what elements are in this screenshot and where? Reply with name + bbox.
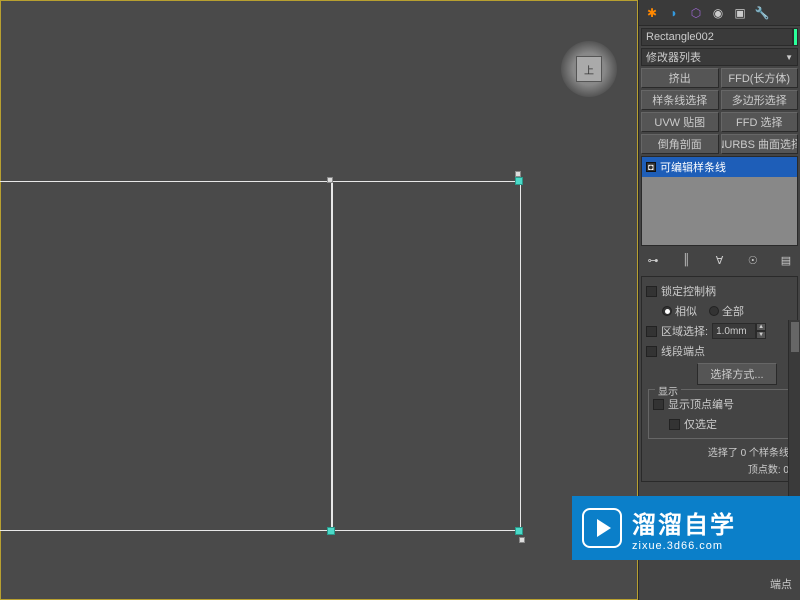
rectangle-outline [0, 181, 521, 531]
chevron-down-icon: ▼ [785, 53, 793, 62]
area-select-label: 区域选择: [661, 323, 708, 339]
display-group-title: 显示 [655, 383, 681, 398]
modifier-list-dropdown[interactable]: 修改器列表 ▼ [641, 48, 798, 66]
make-unique-icon[interactable]: ∀ [712, 252, 728, 268]
area-select-row: 区域选择: ▲ ▼ [646, 321, 793, 341]
selected-only-label: 仅选定 [684, 416, 717, 432]
selected-only-row: 仅选定 [653, 414, 786, 434]
hierarchy-tab-icon[interactable]: ⬡ [687, 4, 705, 22]
watermark-sub: zixue.3d66.com [632, 540, 736, 552]
uvw-map-button[interactable]: UVW 贴图 [641, 112, 719, 132]
extrude-button[interactable]: 挤出 [641, 68, 719, 88]
spinner-up-icon[interactable]: ▲ [756, 323, 766, 331]
watermark: 溜溜自学 zixue.3d66.com [572, 496, 800, 560]
vertex[interactable] [327, 527, 335, 535]
all-radio[interactable] [709, 306, 719, 316]
chamfer-profile-button[interactable]: 倒角剖面 [641, 134, 719, 154]
show-end-result-icon[interactable]: ║ [678, 252, 694, 268]
all-label: 全部 [722, 303, 744, 319]
object-name-row [641, 28, 798, 46]
modify-tab-icon[interactable]: ◗ [665, 4, 683, 22]
display-group: 显示 显示顶点编号 仅选定 [648, 389, 791, 439]
selected-only-checkbox[interactable] [669, 419, 680, 430]
object-name-field[interactable] [641, 28, 793, 46]
rectangle-midline [331, 181, 333, 531]
vertex[interactable] [515, 527, 523, 535]
panel-tabs: ✱ ◗ ⬡ ◉ ▣ 🔧 [639, 0, 800, 26]
stack-item-editable-spline[interactable]: ◘ 可编辑样条线 [642, 157, 797, 177]
area-select-spinner: ▲ ▼ [712, 323, 766, 339]
stack-item-label: 可编辑样条线 [660, 159, 726, 175]
handle-mode-row: 相似 全部 [646, 301, 793, 321]
bottom-hint: 端点 [770, 576, 792, 592]
vertex[interactable] [327, 177, 333, 183]
modifier-stack[interactable]: ◘ 可编辑样条线 [641, 156, 798, 246]
ffd-select-button[interactable]: FFD 选择 [721, 112, 799, 132]
poly-select-button[interactable]: 多边形选择 [721, 90, 799, 110]
utilities-tab-icon[interactable]: 🔧 [753, 4, 771, 22]
similar-label: 相似 [675, 303, 697, 319]
vertex-count-status: 顶点数: 0 [646, 460, 793, 477]
lock-handles-row: 锁定控制柄 [646, 281, 793, 301]
expand-icon[interactable]: ◘ [646, 162, 656, 172]
lock-handles-label: 锁定控制柄 [661, 283, 716, 299]
show-vertex-numbers-label: 显示顶点编号 [668, 396, 734, 412]
configure-sets-icon[interactable]: ▤ [778, 252, 794, 268]
segment-end-row: 线段端点 [646, 341, 793, 361]
select-mode-button[interactable]: 选择方式... [697, 363, 777, 385]
stack-toolbar: ⊶ ║ ∀ ☉ ▤ [641, 248, 798, 272]
watermark-text: 溜溜自学 zixue.3d66.com [632, 505, 736, 552]
modifier-list-label: 修改器列表 [646, 49, 701, 65]
play-icon [582, 508, 622, 548]
lock-handles-checkbox[interactable] [646, 286, 657, 297]
scrollbar-thumb[interactable] [791, 322, 799, 352]
viewport[interactable]: 上 [0, 0, 638, 600]
area-select-value[interactable] [712, 323, 756, 339]
viewcube[interactable]: 上 [561, 41, 617, 97]
spinner-down-icon[interactable]: ▼ [756, 331, 766, 339]
watermark-main: 溜溜自学 [632, 505, 736, 540]
segment-end-label: 线段端点 [661, 343, 705, 359]
similar-radio[interactable] [662, 306, 672, 316]
remove-modifier-icon[interactable]: ☉ [745, 252, 761, 268]
nurbs-surface-button[interactable]: NURBS 曲面选择 [721, 134, 799, 154]
vertex[interactable] [519, 537, 525, 543]
display-tab-icon[interactable]: ▣ [731, 4, 749, 22]
viewcube-face[interactable]: 上 [576, 56, 602, 82]
create-tab-icon[interactable]: ✱ [643, 4, 661, 22]
spline-select-button[interactable]: 样条线选择 [641, 90, 719, 110]
segment-end-checkbox[interactable] [646, 346, 657, 357]
vertex[interactable] [515, 177, 523, 185]
spline-shape[interactable] [1, 181, 531, 541]
area-select-checkbox[interactable] [646, 326, 657, 337]
selection-rollout: 锁定控制柄 相似 全部 区域选择: ▲ ▼ [641, 276, 798, 482]
spline-count-status: 选择了 0 个样条线 [646, 443, 793, 460]
ffd-box-button[interactable]: FFD(长方体) [721, 68, 799, 88]
show-vertex-numbers-checkbox[interactable] [653, 399, 664, 410]
object-color-swatch[interactable] [793, 28, 798, 46]
pin-stack-icon[interactable]: ⊶ [645, 252, 661, 268]
modifier-buttons: 挤出 FFD(长方体) 样条线选择 多边形选择 UVW 贴图 FFD 选择 倒角… [641, 68, 798, 154]
motion-tab-icon[interactable]: ◉ [709, 4, 727, 22]
